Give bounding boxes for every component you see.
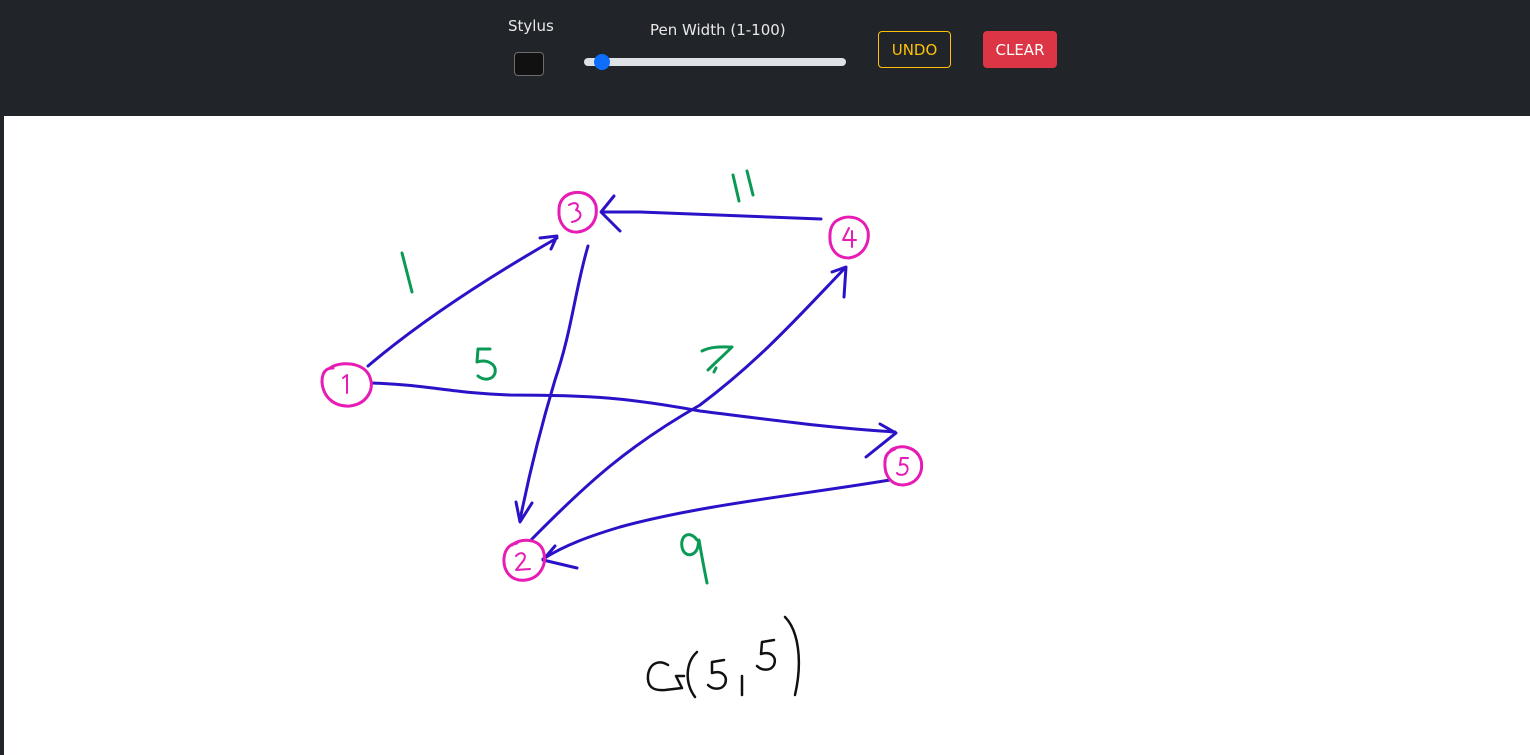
clear-button[interactable]: CLEAR xyxy=(983,31,1057,68)
node-label-mark xyxy=(896,457,909,476)
node-circle xyxy=(883,445,924,487)
graph-caption xyxy=(646,615,801,699)
node-label-mark xyxy=(568,202,582,223)
arrowhead-icon xyxy=(830,265,848,299)
node-circle xyxy=(557,190,598,234)
node-label-mark xyxy=(515,552,531,571)
toolbar: Stylus Pen Width (1-100) UNDO CLEAR xyxy=(0,0,1530,116)
node-3 xyxy=(557,190,598,234)
weight-mark xyxy=(400,251,414,294)
weight-5 xyxy=(475,347,497,381)
weight-9 xyxy=(680,533,709,585)
drawing-layer xyxy=(320,169,924,699)
weight-mark xyxy=(680,533,709,585)
edge-2-4 xyxy=(529,265,848,542)
stylus-label: Stylus xyxy=(508,17,554,35)
pen-width-slider[interactable] xyxy=(584,54,846,70)
node-label-mark xyxy=(342,374,348,394)
caption-digit-5a xyxy=(706,658,727,690)
drawing-canvas[interactable] xyxy=(4,116,1530,755)
node-label-mark xyxy=(842,227,857,248)
caption-paren-close xyxy=(783,615,801,697)
caption-paren-open xyxy=(686,650,699,699)
edge-3-2 xyxy=(514,244,590,524)
undo-button[interactable]: UNDO xyxy=(878,31,951,68)
caption-letter-g xyxy=(646,661,686,692)
weight-mark xyxy=(700,345,734,374)
edge-line xyxy=(529,266,847,542)
node-4 xyxy=(828,215,870,260)
weight-7 xyxy=(700,345,734,374)
edge-line xyxy=(366,236,559,368)
pen-width-slider-thumb[interactable] xyxy=(593,54,610,70)
edge-line xyxy=(370,381,897,434)
stylus-color-picker[interactable] xyxy=(514,52,544,76)
weight-1 xyxy=(400,251,414,294)
edges-layer xyxy=(366,194,898,570)
weight-mark xyxy=(731,169,755,203)
weight-11 xyxy=(731,169,755,203)
caption-digit-5b xyxy=(755,638,776,671)
edge-1-3 xyxy=(366,234,559,368)
node-circle xyxy=(828,215,870,260)
pen-width-label: Pen Width (1-100) xyxy=(650,21,786,39)
weight-mark xyxy=(475,347,497,381)
edge-5-2 xyxy=(541,478,892,570)
edge-line xyxy=(541,478,892,561)
node-5 xyxy=(883,445,924,487)
edge-line xyxy=(601,210,823,221)
node-1 xyxy=(320,362,373,408)
edge-4-3 xyxy=(599,194,823,233)
edge-line xyxy=(518,244,590,522)
node-2 xyxy=(502,538,546,582)
